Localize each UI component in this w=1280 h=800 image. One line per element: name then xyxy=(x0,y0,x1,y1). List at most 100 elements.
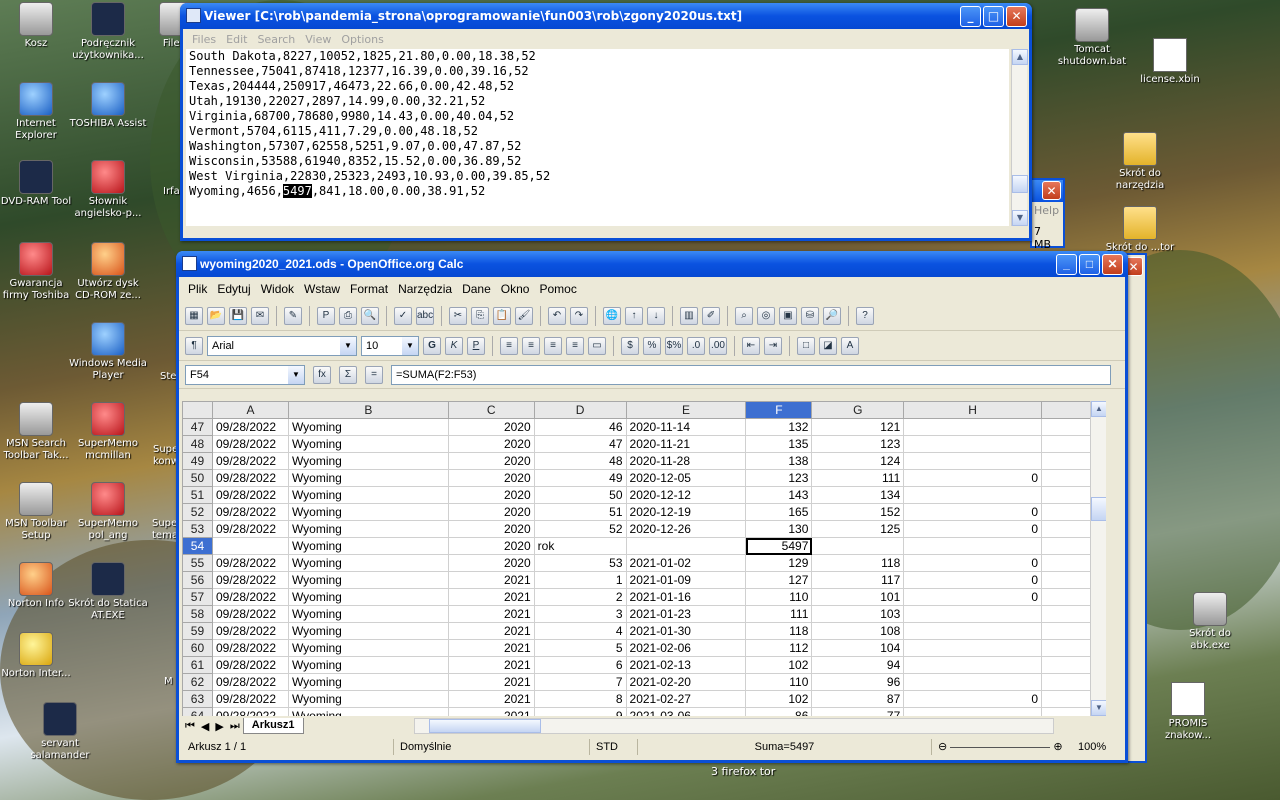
desktop-right-shortcut[interactable]: Skrót do ...tor xyxy=(1100,206,1180,254)
pdf-icon[interactable]: P xyxy=(317,306,335,325)
cell-g[interactable]: 101 xyxy=(811,588,905,606)
cell-d[interactable]: 6 xyxy=(533,656,627,674)
name-box[interactable]: F54 ▼ xyxy=(185,364,305,385)
cell-f[interactable]: 143 xyxy=(745,486,813,504)
scroll-up-button[interactable]: ▲ xyxy=(1012,49,1028,65)
cell-e[interactable]: 2021-01-02 xyxy=(625,554,747,572)
cell-a[interactable]: 09/28/2022 xyxy=(211,469,289,487)
cell-g[interactable]: 77 xyxy=(811,707,905,716)
delete-decimal-icon[interactable]: .00 xyxy=(709,336,727,355)
currency-icon[interactable]: $ xyxy=(621,336,639,355)
cell-e[interactable]: 2021-01-30 xyxy=(625,622,747,640)
cell-a[interactable] xyxy=(211,537,289,555)
zoom-out-icon[interactable]: ⊖ xyxy=(938,741,947,753)
cell-h[interactable] xyxy=(903,673,1043,691)
menu-format[interactable]: Format xyxy=(345,282,393,296)
minimize-button[interactable]: _ xyxy=(960,6,981,27)
zoom-in-icon[interactable]: ⊕ xyxy=(1053,741,1062,753)
desktop-warranty-shortcut[interactable]: Gwarancja firmy Toshiba xyxy=(0,242,76,302)
copy-icon[interactable]: ⎘ xyxy=(471,306,489,325)
bold-icon[interactable]: G xyxy=(423,336,441,355)
datasource-icon[interactable]: ⛁ xyxy=(801,306,819,325)
cell-e[interactable]: 2020-11-21 xyxy=(625,435,747,453)
cell-d[interactable]: 53 xyxy=(533,554,627,572)
cell-c[interactable]: 2020 xyxy=(447,554,535,572)
cell-f[interactable]: 102 xyxy=(745,690,813,708)
cell-c[interactable]: 2020 xyxy=(447,435,535,453)
cell-c[interactable]: 2021 xyxy=(447,673,535,691)
redo-icon[interactable]: ↷ xyxy=(570,306,588,325)
maximize-button[interactable]: □ xyxy=(983,6,1004,27)
menu-view[interactable]: View xyxy=(300,33,336,46)
cell-a[interactable]: 09/28/2022 xyxy=(211,486,289,504)
desktop-dictionary-shortcut[interactable]: Słownik angielsko-p... xyxy=(68,160,148,220)
cell-a[interactable]: 09/28/2022 xyxy=(211,554,289,572)
cell-d[interactable]: 4 xyxy=(533,622,627,640)
cell-f[interactable]: 86 xyxy=(745,707,813,716)
desktop-recycle-bin-shortcut[interactable]: Kosz xyxy=(0,2,76,50)
scroll-thumb[interactable] xyxy=(1012,175,1028,193)
desktop-toshiba-assist-shortcut[interactable]: TOSHIBA Assist xyxy=(68,82,148,130)
column-header[interactable]: G xyxy=(811,401,905,419)
cell-d[interactable]: 7 xyxy=(533,673,627,691)
find-icon[interactable]: ⌕ xyxy=(735,306,753,325)
help-icon[interactable]: ? xyxy=(856,306,874,325)
row-header[interactable]: 55 xyxy=(182,554,213,572)
cell-c[interactable]: 2020 xyxy=(447,486,535,504)
cell-g[interactable]: 87 xyxy=(811,690,905,708)
edit-mode-icon[interactable]: ✎ xyxy=(284,306,302,325)
cell-c[interactable]: 2021 xyxy=(447,588,535,606)
cell-e[interactable]: 2021-02-13 xyxy=(625,656,747,674)
row-header[interactable]: 53 xyxy=(182,520,213,538)
cell-c[interactable]: 2021 xyxy=(447,656,535,674)
cell-h[interactable] xyxy=(903,639,1043,657)
cell-d[interactable]: 2 xyxy=(533,588,627,606)
cell-e[interactable]: 2021-02-06 xyxy=(625,639,747,657)
borders-icon[interactable]: □ xyxy=(797,336,815,355)
row-header[interactable]: 62 xyxy=(182,673,213,691)
cell-b[interactable]: Wyoming xyxy=(287,554,449,572)
cell-g[interactable]: 125 xyxy=(811,520,905,538)
cell-b[interactable]: Wyoming xyxy=(287,639,449,657)
cell-c[interactable]: 2020 xyxy=(447,469,535,487)
desktop-statica-shortcut[interactable]: Skrót do Statica AT.EXE xyxy=(68,562,148,622)
cell-h[interactable]: 0 xyxy=(903,554,1043,572)
menu-pomoc[interactable]: Pomoc xyxy=(534,282,581,296)
menu-plik[interactable]: Plik xyxy=(183,282,212,296)
calc-maximize-button[interactable]: □ xyxy=(1079,254,1100,275)
row-header[interactable]: 59 xyxy=(182,622,213,640)
cell-h[interactable]: 0 xyxy=(903,690,1043,708)
desktop-ie-shortcut[interactable]: Internet Explorer xyxy=(0,82,76,142)
cell-e[interactable] xyxy=(625,537,747,555)
column-header[interactable]: B xyxy=(287,401,449,419)
desktop-right-shortcut[interactable]: Skrót do abk.exe xyxy=(1170,592,1250,652)
cell-a[interactable]: 09/28/2022 xyxy=(211,588,289,606)
styles-icon[interactable]: ¶ xyxy=(185,336,203,355)
underline-icon[interactable]: P xyxy=(467,336,485,355)
cell-c[interactable]: 2021 xyxy=(447,707,535,716)
cell-a[interactable]: 09/28/2022 xyxy=(211,435,289,453)
cell-g[interactable]: 108 xyxy=(811,622,905,640)
cell-e[interactable]: 2020-11-14 xyxy=(625,418,747,436)
row-header[interactable]: 47 xyxy=(182,418,213,436)
cell-f[interactable]: 110 xyxy=(745,673,813,691)
desktop-msn-search-shortcut[interactable]: MSN Search Toolbar Tak... xyxy=(0,402,76,462)
cell-h[interactable] xyxy=(903,656,1043,674)
cell-h[interactable] xyxy=(903,418,1043,436)
cell-b[interactable]: Wyoming xyxy=(287,503,449,521)
chart-icon[interactable]: ▥ xyxy=(680,306,698,325)
cell-d[interactable]: 49 xyxy=(533,469,627,487)
cell-h[interactable]: 0 xyxy=(903,503,1043,521)
cell-f[interactable]: 118 xyxy=(745,622,813,640)
desktop-norton-inter-shortcut[interactable]: Norton Inter... xyxy=(0,632,76,680)
cell-e[interactable]: 2020-12-05 xyxy=(625,469,747,487)
cell-g[interactable]: 94 xyxy=(811,656,905,674)
merge-cells-icon[interactable]: ▭ xyxy=(588,336,606,355)
align-right-icon[interactable]: ≡ xyxy=(544,336,562,355)
cell-c[interactable]: 2020 xyxy=(447,537,535,555)
column-header[interactable]: H xyxy=(903,401,1043,419)
select-all-corner[interactable] xyxy=(182,401,213,419)
cut-icon[interactable]: ✂ xyxy=(449,306,467,325)
viewer-titlebar[interactable]: Viewer [C:\rob\pandemia_strona\oprogramo… xyxy=(180,3,1032,29)
cell-b[interactable]: Wyoming xyxy=(287,520,449,538)
